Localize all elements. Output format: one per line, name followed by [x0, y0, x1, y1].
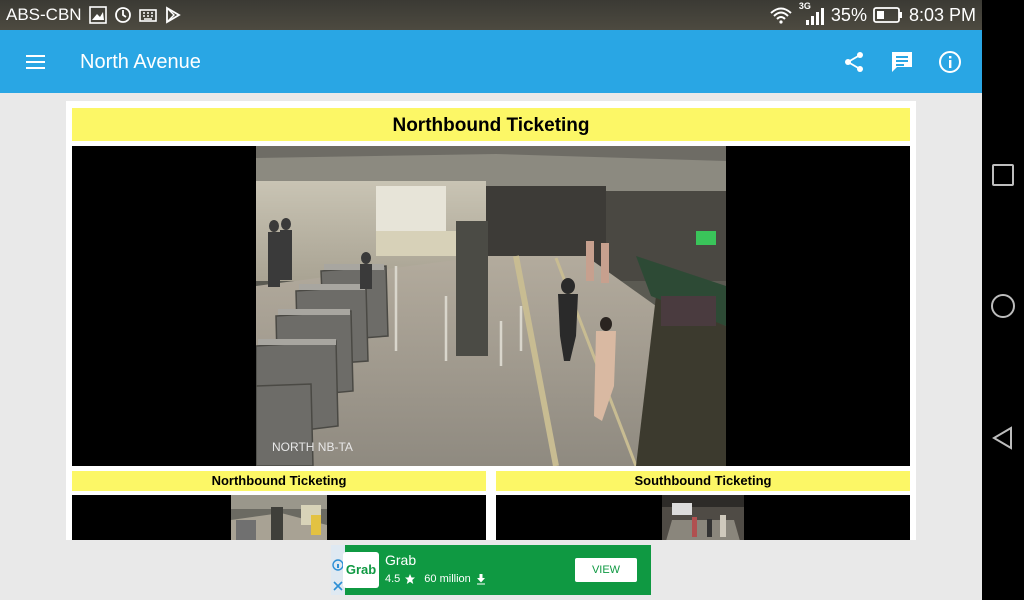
thumbnail-title-southbound: Southbound Ticketing: [496, 471, 910, 491]
ad-rating-value: 4.5: [385, 573, 401, 585]
camera-card: Northbound Ticketing NORTH NB-TA Northbo…: [66, 101, 916, 540]
download-icon: [476, 574, 485, 585]
comment-icon[interactable]: [889, 49, 915, 75]
thumbnail-feed-southbound[interactable]: [496, 495, 910, 540]
ad-logo: Grab: [343, 552, 379, 588]
main-camera-feed[interactable]: NORTH NB-TA: [72, 146, 910, 466]
star-icon: [405, 574, 416, 584]
menu-icon[interactable]: [20, 50, 52, 74]
play-store-icon: [165, 6, 181, 24]
thumbnail-title-northbound: Northbound Ticketing: [72, 471, 486, 491]
app-bar: North Avenue: [0, 30, 982, 93]
camera-overlay-label: NORTH NB-TA: [272, 440, 353, 454]
recent-apps-icon[interactable]: [990, 162, 1016, 188]
thumbnail-image: [662, 495, 744, 540]
clock: 8:03 PM: [908, 4, 976, 25]
sync-icon: [114, 7, 131, 23]
ad-view-button[interactable]: VIEW: [575, 558, 637, 582]
back-icon[interactable]: [990, 425, 1016, 451]
carrier-label: ABS-CBN: [6, 5, 82, 24]
battery-percent: 35%: [830, 4, 867, 25]
page-title: North Avenue: [80, 51, 201, 73]
signal-icon: 3G: [799, 1, 825, 26]
battery-icon: [873, 7, 902, 23]
thumbnail-feed-northbound[interactable]: [72, 495, 486, 540]
status-bar: ABS-CBN 3G 35% 8:03 PM: [0, 0, 982, 30]
share-icon[interactable]: [841, 49, 867, 75]
camera-list[interactable]: Northbound Ticketing NORTH NB-TA Northbo…: [0, 93, 982, 540]
gallery-icon: [88, 6, 107, 24]
wifi-icon: [770, 7, 792, 24]
thumbnail-image: [231, 495, 327, 540]
info-icon[interactable]: [937, 49, 963, 75]
ad-strip: Grab Grab 4.5 60 million VIEW: [0, 540, 982, 600]
camera-image: NORTH NB-TA: [256, 146, 726, 466]
keyboard-icon: [138, 9, 157, 22]
home-icon[interactable]: [990, 293, 1016, 319]
ad-rating-row: 4.5 60 million: [385, 573, 487, 585]
ad-banner[interactable]: Grab Grab 4.5 60 million VIEW: [331, 545, 651, 595]
main-camera-title: Northbound Ticketing: [72, 108, 910, 141]
system-nav-bar: [982, 0, 1024, 600]
ad-installs: 60 million: [424, 573, 471, 585]
ad-app-name: Grab: [385, 552, 417, 568]
